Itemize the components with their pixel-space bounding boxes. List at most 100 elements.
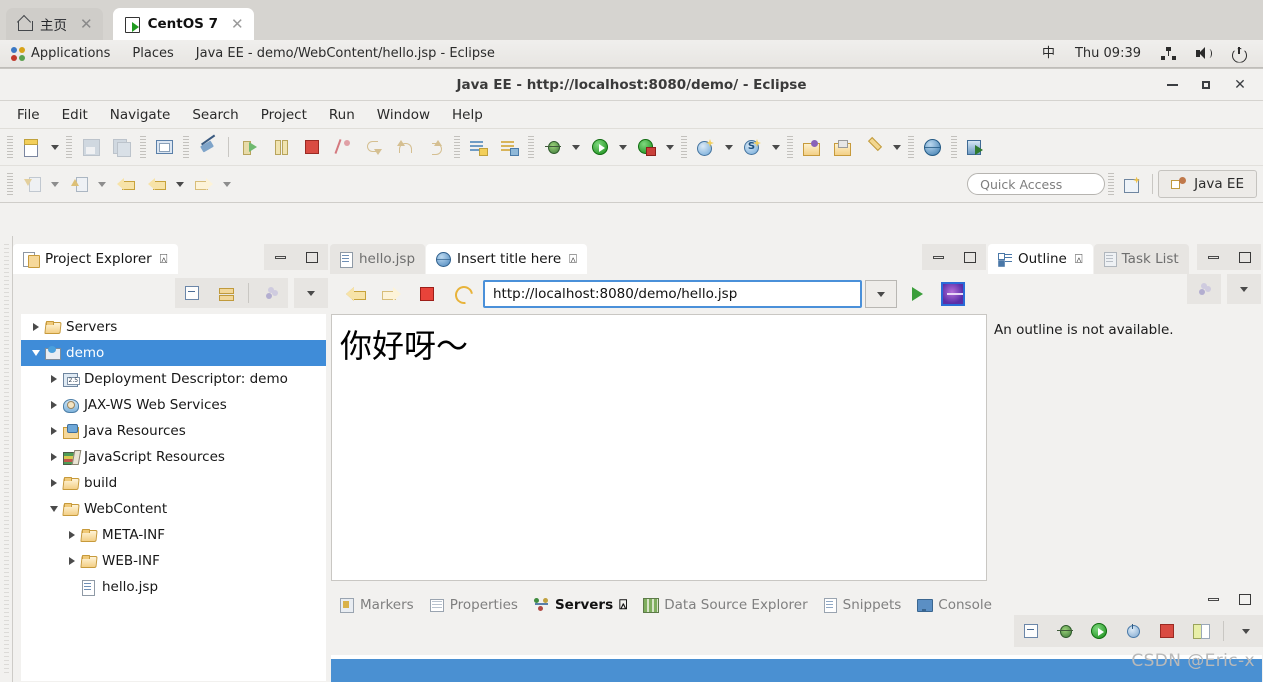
new-servlet-button[interactable] xyxy=(737,134,768,161)
outline-view-menu-button[interactable] xyxy=(1227,274,1261,304)
browser-go-button[interactable] xyxy=(901,280,933,308)
places-menu[interactable]: Places xyxy=(121,40,184,68)
view-menu-dots-button[interactable] xyxy=(254,278,288,308)
tab-insert-title-here[interactable]: Insert title here ⍓ xyxy=(426,244,587,274)
previous-edit-location-button[interactable] xyxy=(16,171,47,198)
toolbar-grip[interactable] xyxy=(7,173,13,195)
close-icon[interactable]: ✕ xyxy=(231,16,244,32)
collapse-all-servers-button[interactable] xyxy=(1014,615,1048,647)
browser-url-dropdown[interactable] xyxy=(865,280,897,308)
servers-list[interactable] xyxy=(331,655,1262,682)
print-button[interactable] xyxy=(149,134,180,161)
resume-button[interactable] xyxy=(234,134,265,161)
toolbar-grip[interactable] xyxy=(787,136,793,158)
server-row-selected[interactable] xyxy=(331,659,1262,682)
tree-item-javascript-resources[interactable]: JavaScript Resources xyxy=(21,444,326,470)
last-edit-location-button[interactable] xyxy=(110,171,141,198)
menu-file[interactable]: File xyxy=(6,101,51,129)
forward-history-dropdown[interactable] xyxy=(219,171,235,198)
step-over-button[interactable] xyxy=(389,134,420,161)
maximize-view-button[interactable] xyxy=(296,244,328,270)
new-web-dropdown[interactable] xyxy=(721,134,737,161)
toolbar-grip[interactable] xyxy=(681,136,687,158)
menu-edit[interactable]: Edit xyxy=(51,101,99,129)
chevron-right-icon[interactable] xyxy=(47,366,61,392)
chevron-right-icon[interactable] xyxy=(47,392,61,418)
toolbar-grip[interactable] xyxy=(183,136,189,158)
tab-outline[interactable]: Outline ⍓ xyxy=(988,244,1093,274)
toolbar-grip[interactable] xyxy=(951,136,957,158)
tab-properties[interactable]: Properties xyxy=(422,589,526,621)
active-window-menu[interactable]: Java EE - demo/WebContent/hello.jsp - Ec… xyxy=(185,40,506,68)
web-browser-button[interactable] xyxy=(917,134,948,161)
menu-help[interactable]: Help xyxy=(441,101,494,129)
terminate-button[interactable] xyxy=(296,134,327,161)
close-icon[interactable]: ✕ xyxy=(80,16,93,32)
maximize-bottom-button[interactable] xyxy=(1229,583,1261,615)
maximize-button[interactable] xyxy=(1189,69,1223,101)
view-menu-button[interactable] xyxy=(294,278,328,308)
tab-servers[interactable]: Servers ⍓ xyxy=(525,589,636,621)
debug-server-button[interactable] xyxy=(1048,615,1082,647)
project-explorer-tree[interactable]: Servers demo Deployment Descriptor: demo JA… xyxy=(21,314,326,681)
tree-item-java-resources[interactable]: Java Resources xyxy=(21,418,326,444)
servers-view-menu-button[interactable] xyxy=(1229,615,1263,647)
new-wizard-button[interactable] xyxy=(16,134,47,161)
quick-fix-dropdown[interactable] xyxy=(889,134,905,161)
tree-item-deployment-descriptor-demo[interactable]: Deployment Descriptor: demo xyxy=(21,366,326,392)
open-resource-button[interactable] xyxy=(827,134,858,161)
menu-project[interactable]: Project xyxy=(250,101,318,129)
tab-snippets[interactable]: Snippets xyxy=(816,589,910,621)
toolbar-grip[interactable] xyxy=(7,136,13,158)
tree-item-jax-ws-web-services[interactable]: JAX-WS Web Services xyxy=(21,392,326,418)
quick-access-input[interactable]: Quick Access xyxy=(967,173,1106,195)
open-type-button[interactable] xyxy=(796,134,827,161)
tree-item-build[interactable]: build xyxy=(21,470,326,496)
debug-dropdown[interactable] xyxy=(568,134,584,161)
menu-search[interactable]: Search xyxy=(181,101,249,129)
tab-console[interactable]: Console xyxy=(909,589,1000,621)
chevron-right-icon[interactable] xyxy=(65,548,79,574)
debug-button[interactable] xyxy=(537,134,568,161)
tree-item-meta-inf[interactable]: META-INF xyxy=(21,522,326,548)
back-history-button[interactable] xyxy=(141,171,172,198)
save-button[interactable] xyxy=(75,134,106,161)
chevron-right-icon[interactable] xyxy=(47,470,61,496)
previous-annotation-button[interactable] xyxy=(494,134,525,161)
menu-run[interactable]: Run xyxy=(318,101,366,129)
toolbar-grip[interactable] xyxy=(528,136,534,158)
browser-page-canvas[interactable]: 你好呀～ xyxy=(331,314,987,581)
publish-server-button[interactable] xyxy=(1184,615,1218,647)
view-menu-dots-button[interactable] xyxy=(1187,274,1221,304)
run-on-server-dropdown[interactable] xyxy=(662,134,678,161)
stop-server-button[interactable] xyxy=(1150,615,1184,647)
disconnect-button[interactable] xyxy=(327,134,358,161)
chevron-right-icon[interactable] xyxy=(29,314,43,340)
toolbar-grip[interactable] xyxy=(1108,173,1115,195)
next-annotation-button[interactable] xyxy=(463,134,494,161)
toolbar-grip[interactable] xyxy=(454,136,460,158)
forward-history-button[interactable] xyxy=(188,171,219,198)
profile-server-button[interactable] xyxy=(1116,615,1150,647)
run-on-server-button[interactable] xyxy=(631,134,662,161)
run-dropdown[interactable] xyxy=(615,134,631,161)
new-dynamic-web-project-button[interactable] xyxy=(690,134,721,161)
next-edit-dropdown[interactable] xyxy=(94,171,110,198)
link-with-editor-button[interactable] xyxy=(209,278,243,308)
open-in-external-browser-button[interactable] xyxy=(937,280,969,308)
tab-task-list[interactable]: Task List xyxy=(1093,244,1189,274)
new-wizard-dropdown[interactable] xyxy=(47,134,63,161)
tab-project-explorer[interactable]: Project Explorer ⍓ xyxy=(13,244,178,274)
menu-window[interactable]: Window xyxy=(366,101,441,129)
toolbar-grip[interactable] xyxy=(908,136,914,158)
start-server-button[interactable] xyxy=(1082,615,1116,647)
clock[interactable]: Thu 09:39 xyxy=(1066,40,1150,68)
chevron-down-icon[interactable] xyxy=(29,340,43,366)
browser-back-button[interactable] xyxy=(339,280,371,308)
maximize-outline-button[interactable] xyxy=(1229,244,1261,270)
perspective-java-ee-button[interactable]: Java EE xyxy=(1158,170,1257,198)
quick-fix-button[interactable] xyxy=(858,134,889,161)
vm-tab-home[interactable]: 主页 ✕ xyxy=(6,8,103,40)
vm-tab-centos7[interactable]: CentOS 7 ✕ xyxy=(112,8,254,40)
toolbar-grip[interactable] xyxy=(66,136,72,158)
